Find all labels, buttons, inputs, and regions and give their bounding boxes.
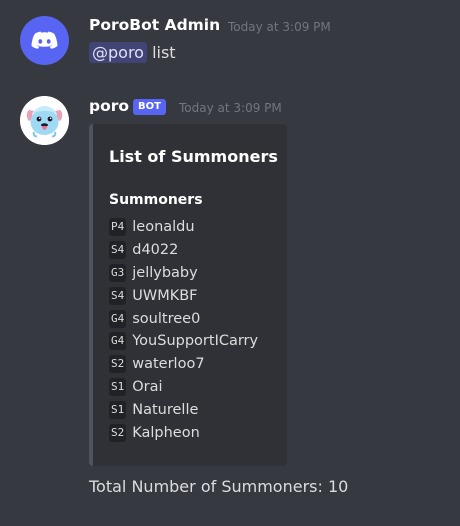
- rank-code: G4: [109, 332, 127, 351]
- user-avatar[interactable]: [20, 16, 69, 65]
- rank-code: S1: [109, 377, 127, 396]
- summoner-name: UWMKBF: [132, 287, 198, 304]
- summoner-list: P4 leonaldu S4 d4022 G3 jellybaby S4 UWMKBF …: [109, 216, 258, 444]
- mention-poro[interactable]: @poro: [89, 42, 147, 63]
- rank-code: S2: [109, 423, 127, 442]
- timestamp: Today at 3:09 PM: [228, 20, 331, 34]
- username[interactable]: poro: [89, 97, 129, 115]
- summoner-name: Naturelle: [132, 401, 199, 418]
- bot-badge: BOT: [133, 99, 166, 115]
- summoner-name: jellybaby: [132, 264, 198, 281]
- embed-title: List of Summoners: [109, 147, 278, 166]
- list-item: G3 jellybaby: [109, 262, 258, 285]
- list-item: P4 leonaldu: [109, 216, 258, 239]
- summoner-list-embed: List of Summoners Summoners P4 leonaldu S…: [89, 124, 287, 466]
- summoner-name: soultree0: [132, 310, 201, 327]
- list-item: G4 YouSupportICarry: [109, 330, 258, 353]
- rank-code: S4: [109, 286, 127, 305]
- username[interactable]: PoroBot Admin: [89, 16, 220, 34]
- list-item: S1 Naturelle: [109, 398, 258, 421]
- timestamp: Today at 3:09 PM: [179, 101, 282, 115]
- summoner-count-text: Total Number of Summoners: 10: [89, 477, 349, 496]
- list-item: S2 Kalpheon: [109, 421, 258, 444]
- message-text: list: [152, 43, 176, 62]
- summoner-name: YouSupportICarry: [132, 333, 259, 350]
- poro-mascot-icon: [20, 96, 69, 145]
- bot-avatar[interactable]: [20, 96, 69, 145]
- rank-code: P4: [109, 218, 127, 237]
- summoner-name: waterloo7: [132, 356, 205, 373]
- list-item: S4 d4022: [109, 239, 258, 262]
- discord-logo-icon: [31, 31, 58, 49]
- summoner-name: leonaldu: [132, 219, 195, 236]
- rank-code: G3: [109, 263, 127, 282]
- message-content: @poro list: [89, 42, 176, 63]
- rank-code: S1: [109, 400, 127, 419]
- rank-code: G4: [109, 309, 127, 328]
- rank-code: S2: [109, 355, 127, 374]
- rank-code: S4: [109, 241, 127, 260]
- summoner-name: Kalpheon: [132, 424, 200, 441]
- summoner-name: d4022: [132, 242, 179, 259]
- list-item: S4 UWMKBF: [109, 284, 258, 307]
- summoner-name: Orai: [132, 378, 163, 395]
- list-item: S1 Orai: [109, 376, 258, 399]
- list-item: S2 waterloo7: [109, 353, 258, 376]
- list-item: G4 soultree0: [109, 307, 258, 330]
- embed-field-name: Summoners: [109, 192, 203, 208]
